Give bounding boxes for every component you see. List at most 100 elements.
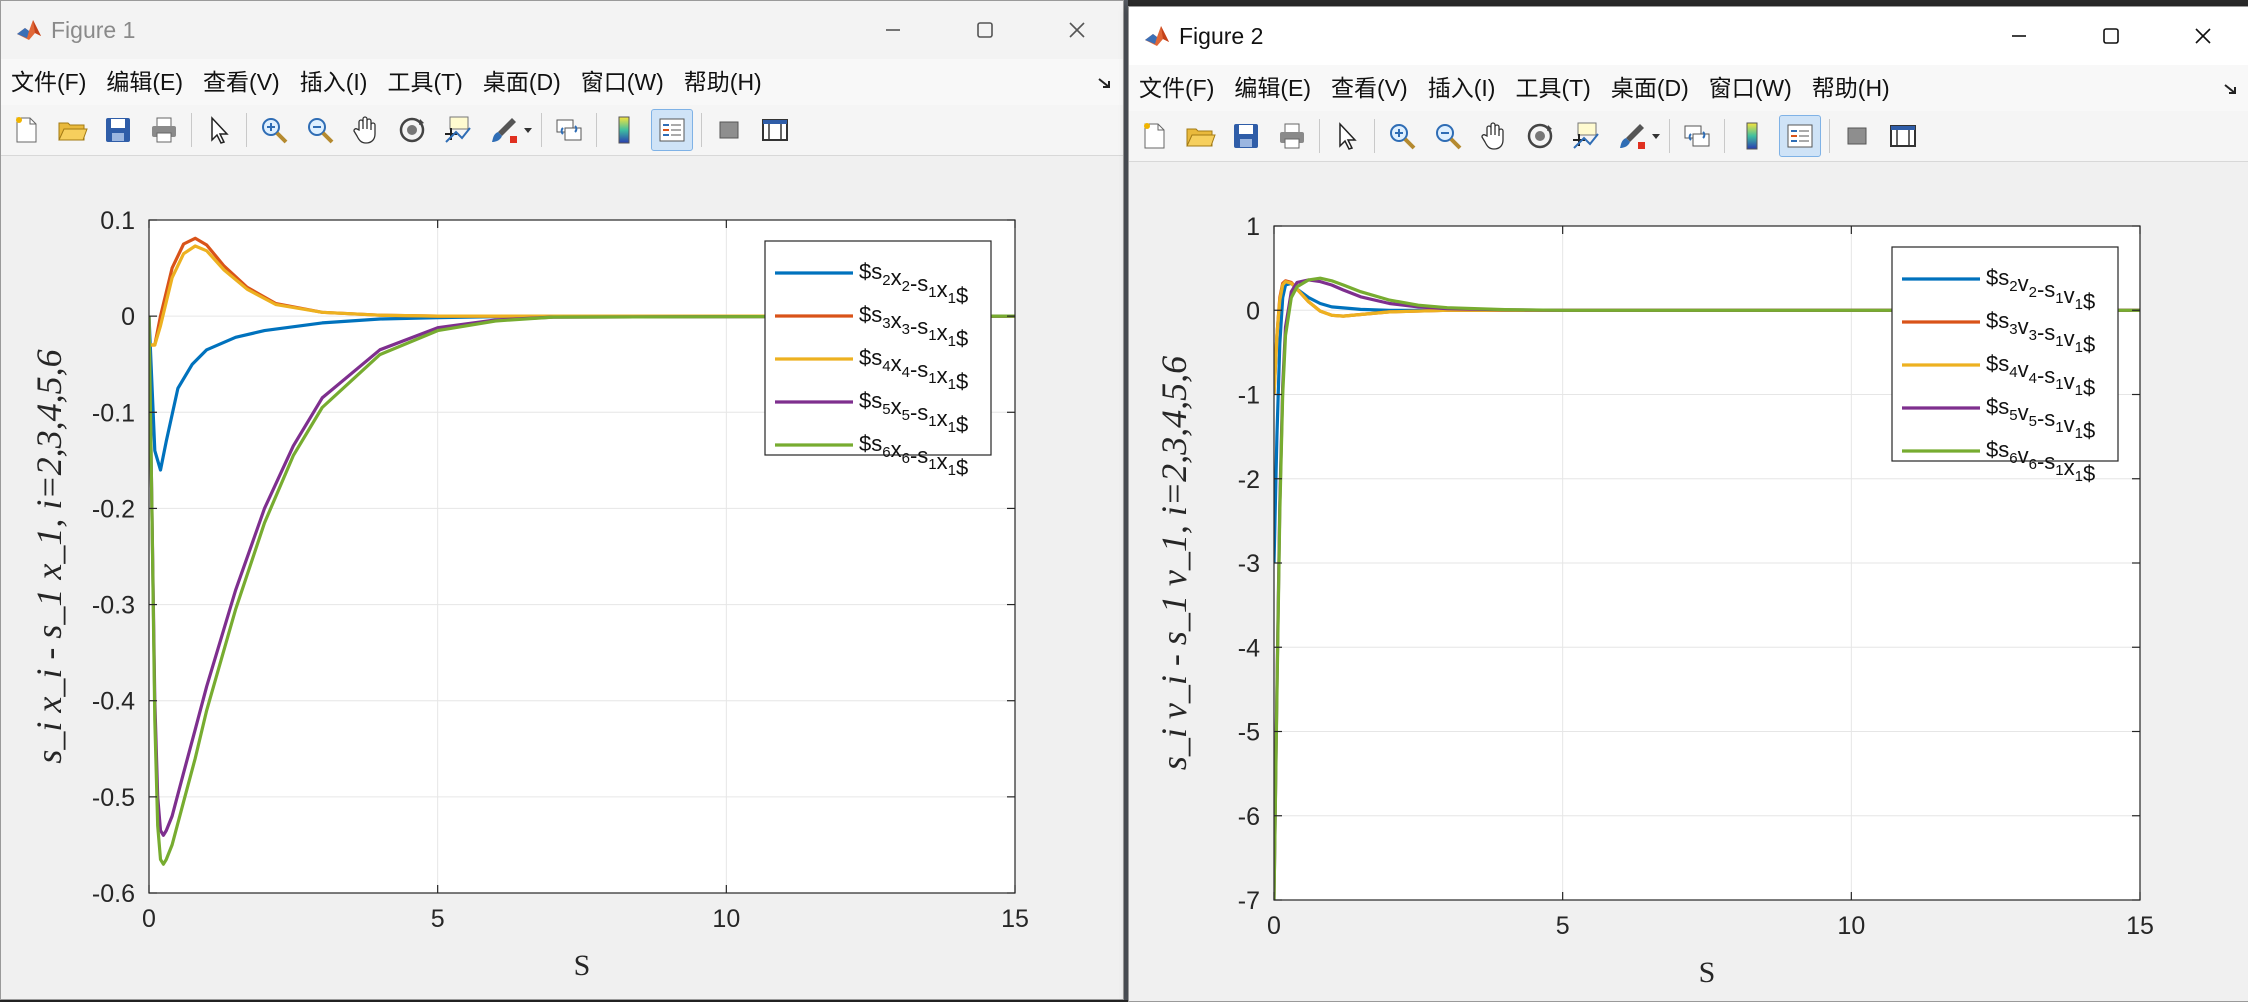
x-tick-label: 0 bbox=[142, 905, 156, 933]
figure-2-window[interactable]: Figure 2 文件(F) 编辑(E) 查看(V) 插入(I) 工具(T) 桌… bbox=[1128, 6, 2248, 1002]
data-cursor-icon[interactable] bbox=[1567, 116, 1605, 156]
figure-canvas[interactable]: 0 5 10 15 1 0 -1 -2 -3 -4 -5 -6 -7 Ss_i v_i - s_1 v_1… bbox=[1129, 162, 2248, 1001]
pointer-icon[interactable] bbox=[200, 110, 238, 150]
menu-edit[interactable]: 编辑(E) bbox=[1224, 65, 1321, 111]
figure-toolbar bbox=[1, 105, 1123, 156]
y-tick-label: -6 bbox=[1238, 803, 1260, 831]
legend-icon[interactable] bbox=[1779, 115, 1821, 157]
figure-1-window[interactable]: Figure 1 文件(F) 编辑(E) 查看(V) 插入(I) 工具(T) 桌… bbox=[0, 0, 1124, 1000]
dock-arrow-icon[interactable] bbox=[1095, 73, 1115, 93]
x-tick-label: 10 bbox=[1837, 912, 1865, 940]
legend[interactable]: $s2x2-s1x1$$s3x3-s1x1$$s4x4-s1x1$$s5x5-s… bbox=[764, 240, 992, 480]
menu-edit[interactable]: 编辑(E) bbox=[96, 59, 193, 105]
rotate-3d-icon[interactable] bbox=[1521, 116, 1559, 156]
pan-hand-icon[interactable] bbox=[347, 110, 385, 150]
zoom-out-icon[interactable] bbox=[301, 110, 339, 150]
x-tick-label: 10 bbox=[712, 905, 740, 933]
menu-bar: 文件(F) 编辑(E) 查看(V) 插入(I) 工具(T) 桌面(D) 窗口(W… bbox=[1, 59, 1123, 105]
link-plot-icon[interactable] bbox=[1678, 116, 1716, 156]
toolbar-separator bbox=[1319, 119, 1320, 153]
print-icon[interactable] bbox=[1273, 116, 1311, 156]
x-tick-label: 15 bbox=[2126, 912, 2154, 940]
zoom-in-icon[interactable] bbox=[255, 110, 293, 150]
colorbar-icon[interactable] bbox=[605, 110, 643, 150]
y-tick-label: 0.1 bbox=[100, 207, 135, 235]
menu-insert[interactable]: 插入(I) bbox=[290, 59, 378, 105]
y-tick-label: 0 bbox=[1246, 297, 1260, 325]
toolbar-separator bbox=[191, 113, 192, 147]
y-tick-label: -2 bbox=[1238, 466, 1260, 494]
pointer-icon[interactable] bbox=[1328, 116, 1366, 156]
menu-desktop[interactable]: 桌面(D) bbox=[1601, 65, 1699, 111]
figure-canvas[interactable]: 0 5 10 15 0.1 0 -0.1 -0.2 -0.3 -0.4 -0.5 -0.6 Ss_i x… bbox=[1, 156, 1123, 999]
matlab-logo-icon bbox=[15, 16, 43, 44]
y-axis-label: s_i v_i - s_1 v_1, i=2,3,4,5,6 bbox=[1154, 356, 1194, 770]
print-icon[interactable] bbox=[145, 110, 183, 150]
menu-window[interactable]: 窗口(W) bbox=[1699, 65, 1802, 111]
menu-help[interactable]: 帮助(H) bbox=[674, 59, 772, 105]
title-bar[interactable]: Figure 2 bbox=[1129, 7, 2248, 65]
menu-help[interactable]: 帮助(H) bbox=[1802, 65, 1900, 111]
show-plot-tools-icon[interactable] bbox=[756, 110, 794, 150]
x-tick-label: 15 bbox=[1001, 905, 1029, 933]
y-tick-label: 0 bbox=[121, 303, 135, 331]
menu-file[interactable]: 文件(F) bbox=[1, 59, 96, 105]
brush-dropdown-icon[interactable] bbox=[1651, 116, 1661, 156]
title-bar[interactable]: Figure 1 bbox=[1, 1, 1123, 59]
legend-icon[interactable] bbox=[651, 109, 693, 151]
colorbar-icon[interactable] bbox=[1733, 116, 1771, 156]
zoom-out-icon[interactable] bbox=[1429, 116, 1467, 156]
y-tick-label: -0.1 bbox=[92, 399, 135, 427]
link-plot-icon[interactable] bbox=[550, 110, 588, 150]
zoom-in-icon[interactable] bbox=[1383, 116, 1421, 156]
new-figure-icon[interactable] bbox=[1135, 116, 1173, 156]
menu-tools[interactable]: 工具(T) bbox=[1505, 65, 1600, 111]
toolbar-separator bbox=[246, 113, 247, 147]
window-title: Figure 2 bbox=[1179, 22, 1264, 49]
hide-plot-tools-icon[interactable] bbox=[1838, 116, 1876, 156]
rotate-3d-icon[interactable] bbox=[393, 110, 431, 150]
x-axis-label: S bbox=[1699, 956, 1716, 989]
brush-dropdown-icon[interactable] bbox=[523, 110, 533, 150]
menu-insert[interactable]: 插入(I) bbox=[1418, 65, 1506, 111]
show-plot-tools-icon[interactable] bbox=[1884, 116, 1922, 156]
figure-toolbar bbox=[1129, 111, 2248, 162]
y-axis-label: s_i x_i - s_1 x_1, i=2,3,4,5,6 bbox=[29, 349, 69, 763]
hide-plot-tools-icon[interactable] bbox=[710, 110, 748, 150]
pan-hand-icon[interactable] bbox=[1475, 116, 1513, 156]
x-axis-label: S bbox=[574, 949, 591, 982]
menu-view[interactable]: 查看(V) bbox=[1321, 65, 1418, 111]
close-icon[interactable] bbox=[1031, 1, 1123, 59]
minimize-icon[interactable] bbox=[1973, 7, 2065, 65]
menu-view[interactable]: 查看(V) bbox=[193, 59, 290, 105]
open-file-icon[interactable] bbox=[53, 110, 91, 150]
brush-icon[interactable] bbox=[1613, 116, 1651, 156]
plot-2[interactable]: 0 5 10 1510-1-2-3-4-5-6-7Ss_i v_i - s_1 v_1… bbox=[1129, 162, 2248, 1001]
brush-icon[interactable] bbox=[485, 110, 523, 150]
toolbar-separator bbox=[1829, 119, 1830, 153]
save-icon[interactable] bbox=[1227, 116, 1265, 156]
menu-tools[interactable]: 工具(T) bbox=[377, 59, 472, 105]
menu-window[interactable]: 窗口(W) bbox=[571, 59, 674, 105]
y-tick-label: 1 bbox=[1246, 213, 1260, 241]
maximize-icon[interactable] bbox=[939, 1, 1031, 59]
close-icon[interactable] bbox=[2157, 7, 2248, 65]
minimize-icon[interactable] bbox=[847, 1, 939, 59]
x-tick-label: 0 bbox=[1267, 912, 1281, 940]
menu-bar: 文件(F) 编辑(E) 查看(V) 插入(I) 工具(T) 桌面(D) 窗口(W… bbox=[1129, 65, 2248, 111]
y-tick-label: -0.2 bbox=[92, 495, 135, 523]
plot-1[interactable]: 0 5 10 15 0.1 0 -0.1 -0.2 -0.3 -0.4 -0.5 -0.6 Ss_i x… bbox=[1, 156, 1123, 999]
menu-file[interactable]: 文件(F) bbox=[1129, 65, 1224, 111]
open-file-icon[interactable] bbox=[1181, 116, 1219, 156]
save-icon[interactable] bbox=[99, 110, 137, 150]
data-cursor-icon[interactable] bbox=[439, 110, 477, 150]
legend[interactable]: $s2v2-s1v1$$s3v3-s1v1$$s4v4-s1v1$$s5v5-s… bbox=[1891, 246, 2119, 486]
maximize-icon[interactable] bbox=[2065, 7, 2157, 65]
y-tick-label: -1 bbox=[1238, 382, 1260, 410]
menu-desktop[interactable]: 桌面(D) bbox=[473, 59, 571, 105]
y-tick-label: -0.3 bbox=[92, 592, 135, 620]
y-tick-label: -5 bbox=[1238, 719, 1260, 747]
dock-arrow-icon[interactable] bbox=[2221, 79, 2241, 99]
y-tick-label: -3 bbox=[1238, 550, 1260, 578]
new-figure-icon[interactable] bbox=[7, 110, 45, 150]
